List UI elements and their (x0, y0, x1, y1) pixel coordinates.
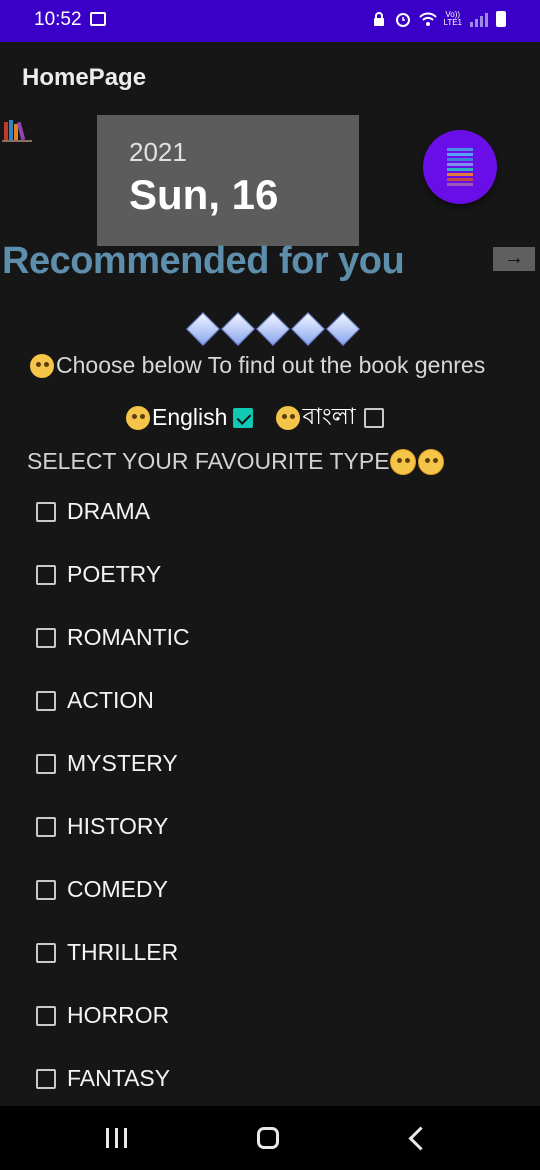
thinking-emoji-icon (276, 405, 301, 430)
battery-icon (496, 11, 506, 27)
menu-fab-button[interactable] (423, 130, 497, 204)
diamond-icon (221, 312, 255, 346)
genre-checkbox[interactable] (36, 816, 56, 837)
book-stack-icon (447, 148, 473, 186)
wifi-icon (419, 11, 438, 27)
genre-checkbox[interactable] (36, 564, 56, 585)
books-icon (2, 116, 32, 142)
language-label: বাংলা (302, 403, 356, 429)
genre-checkbox[interactable] (36, 501, 56, 522)
genre-label: ROMANTIC (67, 624, 190, 650)
date-year: 2021 (129, 137, 187, 167)
language-label: English (152, 404, 228, 430)
genre-item-history[interactable]: HISTORY (36, 813, 168, 840)
genre-item-drama[interactable]: DRAMA (36, 498, 150, 525)
genre-checkbox[interactable] (36, 627, 56, 648)
genre-checkbox[interactable] (36, 1005, 56, 1026)
genre-checkbox[interactable] (36, 942, 56, 963)
thinking-emoji-icon (126, 405, 150, 430)
genre-label: POETRY (67, 561, 162, 587)
genre-label: MYSTERY (67, 750, 178, 776)
lock-icon (371, 11, 387, 27)
status-icons: Vo)) LTE1 (371, 11, 506, 27)
diamond-icon (291, 312, 325, 346)
genre-checkbox[interactable] (36, 753, 56, 774)
home-button[interactable] (257, 1127, 279, 1149)
genre-item-fantasy[interactable]: FANTASY (36, 1065, 170, 1092)
genre-checkbox[interactable] (36, 879, 56, 900)
genre-label: COMEDY (67, 876, 168, 902)
choose-instruction: Choose below To find out the book genres (30, 352, 485, 379)
genre-item-horror[interactable]: HORROR (36, 1002, 169, 1029)
choose-text: Choose below To find out the book genres (56, 352, 486, 378)
genre-label: FANTASY (67, 1065, 171, 1091)
recommended-heading: Recommended for you (2, 240, 405, 282)
genre-label: DRAMA (67, 498, 151, 524)
language-english[interactable]: English (126, 404, 254, 431)
genre-label: ACTION (67, 687, 154, 713)
genre-checkbox[interactable] (36, 1068, 56, 1089)
system-nav-bar (0, 1106, 540, 1170)
genre-item-romantic[interactable]: ROMANTIC (36, 624, 190, 651)
diamond-icon (326, 312, 360, 346)
language-bangla[interactable]: বাংলা (276, 398, 384, 437)
bangla-checkbox[interactable] (363, 407, 384, 428)
genre-item-poetry[interactable]: POETRY (36, 561, 161, 588)
diamond-icon (186, 312, 220, 346)
language-selector: English বাংলা (126, 398, 384, 437)
volte-indicator: Vo)) LTE1 (443, 11, 462, 27)
genre-item-mystery[interactable]: MYSTERY (36, 750, 178, 777)
select-title-text: SELECT YOUR FAVOURITE TYPE (27, 448, 390, 474)
page-title: HomePage (22, 64, 147, 91)
diamond-divider (186, 312, 365, 346)
genre-label: THRILLER (67, 939, 179, 965)
genre-label: HISTORY (67, 813, 169, 839)
smile-emoji-icon (417, 448, 444, 475)
genre-checkbox[interactable] (36, 690, 56, 711)
recents-button[interactable] (106, 1128, 127, 1148)
genre-item-comedy[interactable]: COMEDY (36, 876, 168, 903)
status-time: 10:52 (34, 9, 82, 30)
select-favourite-heading: SELECT YOUR FAVOURITE TYPE (27, 448, 446, 475)
next-arrow-button[interactable]: → (493, 247, 535, 271)
signal-icon (470, 11, 488, 27)
status-bar: 10:52 Vo)) LTE1 (0, 0, 540, 42)
genre-item-action[interactable]: ACTION (36, 687, 154, 714)
english-checkbox[interactable] (233, 407, 254, 428)
diamond-icon (256, 312, 290, 346)
date-card: 2021 Sun, 16 (97, 115, 359, 246)
alarm-icon (395, 11, 411, 27)
genre-label: HORROR (67, 1002, 170, 1028)
genre-item-thriller[interactable]: THRILLER (36, 939, 178, 966)
back-button[interactable] (408, 1126, 433, 1151)
smile-emoji-icon (389, 448, 416, 475)
gallery-icon (90, 12, 106, 26)
thinking-emoji-icon (30, 353, 54, 378)
volte-bottom-label: LTE1 (443, 18, 462, 27)
date-day: Sun, 16 (129, 171, 279, 218)
